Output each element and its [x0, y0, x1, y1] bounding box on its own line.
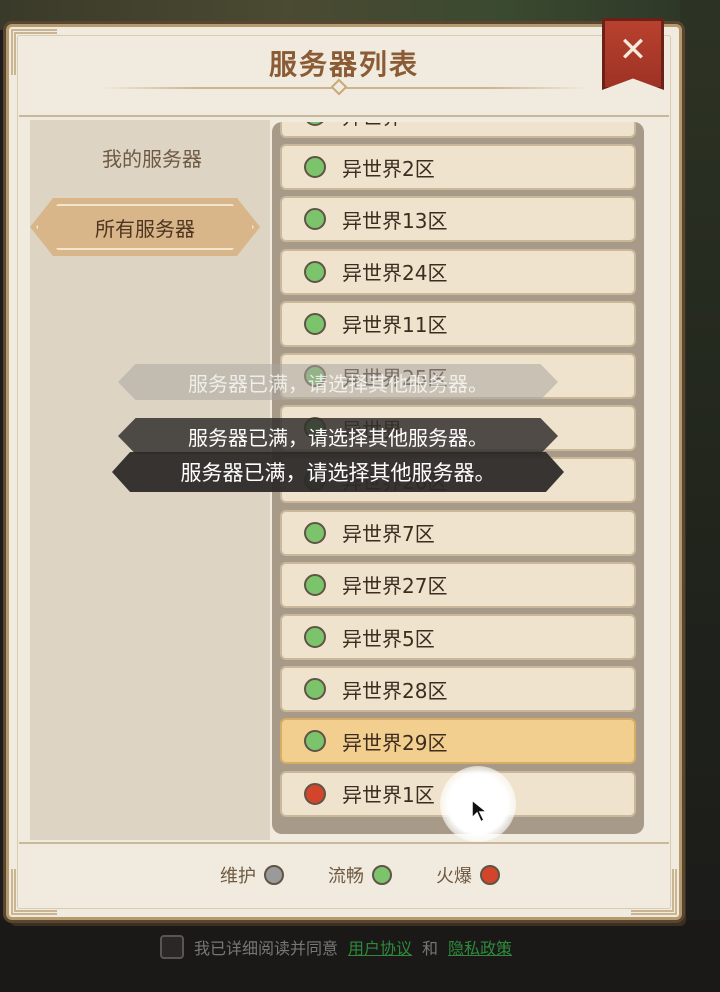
server-name: 异世界5区: [342, 626, 435, 651]
footer-divider: [19, 842, 669, 844]
server-row[interactable]: 异世界7区: [280, 509, 636, 556]
status-dot-icon: [304, 260, 326, 283]
server-row[interactable]: 异世界: [280, 122, 636, 138]
server-row[interactable]: 异世界29区: [280, 718, 636, 765]
background-scene-right: [680, 0, 720, 930]
status-dot-icon: [304, 208, 326, 231]
tab-all-servers-label: 所有服务器: [95, 216, 195, 241]
legend-smooth-label: 流畅: [328, 866, 364, 887]
close-icon: ✕: [618, 30, 648, 70]
status-dot-icon: [304, 782, 326, 805]
server-name: 异世界13区: [342, 208, 448, 233]
status-dot-icon: [304, 573, 326, 596]
server-name: 异世界7区: [342, 522, 435, 547]
agreement-checkbox[interactable]: [160, 935, 184, 959]
status-dot-icon: [304, 678, 326, 701]
toast-server-full: 服务器已满，请选择其他服务器。: [118, 418, 558, 454]
toast-server-full: 服务器已满，请选择其他服务器。: [118, 364, 558, 400]
status-dot-icon: [304, 730, 326, 753]
status-dot-gray-icon: [264, 865, 284, 885]
legend-smooth: 流畅: [328, 862, 392, 888]
server-name: 异世界2区: [342, 156, 435, 181]
server-row[interactable]: 异世界11区: [280, 300, 636, 347]
server-name: 异世界11区: [342, 313, 448, 338]
toast-server-full: 服务器已满，请选择其他服务器。: [112, 452, 564, 492]
legend-maintenance-label: 维护: [220, 866, 256, 887]
legend-maintenance: 维护: [220, 862, 284, 888]
legend-hot: 火爆: [436, 862, 500, 888]
status-dot-icon: [304, 122, 326, 126]
legend-hot-label: 火爆: [436, 866, 472, 887]
header-divider: [19, 115, 669, 117]
server-name: 异世界29区: [342, 730, 448, 755]
status-legend: 维护 流畅 火爆: [0, 860, 720, 890]
server-name: 异世界1区: [342, 783, 435, 808]
dialog-title: 服务器列表: [268, 48, 419, 81]
server-row[interactable]: 异世界5区: [280, 614, 636, 660]
status-dot-red-icon: [480, 865, 500, 885]
server-name: 异世界: [342, 122, 402, 130]
privacy-policy-link[interactable]: 隐私政策: [448, 935, 512, 959]
server-row[interactable]: 异世界28区: [280, 666, 636, 713]
server-row[interactable]: 异世界24区: [280, 248, 636, 295]
agreement-and: 和: [422, 939, 439, 958]
status-dot-icon: [304, 156, 326, 179]
server-name: 异世界24区: [342, 261, 448, 286]
tab-my-servers[interactable]: 我的服务器: [52, 144, 252, 174]
status-dot-icon: [304, 521, 326, 544]
user-agreement-link[interactable]: 用户协议: [348, 935, 412, 959]
server-row[interactable]: 异世界13区: [280, 196, 636, 243]
status-dot-icon: [304, 312, 326, 335]
status-dot-icon: [304, 626, 326, 648]
status-dot-green-icon: [372, 865, 392, 885]
agreement-text: 我已详细阅读并同意: [194, 939, 339, 958]
server-row[interactable]: 异世界2区: [280, 144, 636, 191]
server-name: 异世界28区: [342, 678, 448, 703]
server-row[interactable]: 异世界27区: [280, 561, 636, 608]
server-name: 异世界27区: [342, 574, 448, 599]
agreement-row: 我已详细阅读并同意 用户协议 和 隐私政策: [160, 934, 512, 960]
cursor-icon: [471, 798, 490, 824]
tab-all-servers[interactable]: 所有服务器: [30, 198, 260, 256]
